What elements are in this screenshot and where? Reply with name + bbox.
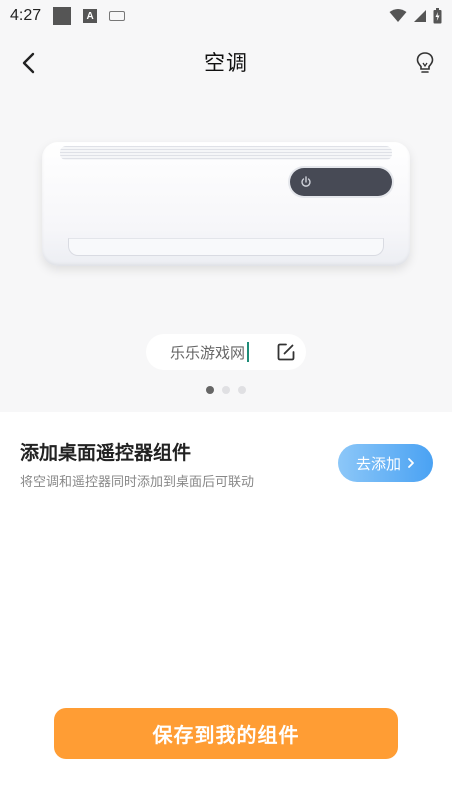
wifi-icon: [389, 9, 407, 22]
signal-icon: [414, 10, 426, 22]
device-name-text: 乐乐游戏网: [170, 343, 246, 362]
add-widget-label: 去添加: [355, 454, 401, 473]
page-dot-2[interactable]: [222, 386, 230, 394]
power-icon: [301, 176, 311, 187]
status-bar: 4:27 A: [0, 0, 452, 32]
air-conditioner-image: [42, 142, 410, 266]
chevron-right-icon: [408, 458, 414, 468]
save-to-widgets-button[interactable]: 保存到我的组件: [54, 708, 398, 759]
device-name-field[interactable]: 乐乐游戏网: [146, 334, 306, 370]
page-dot-3[interactable]: [238, 386, 246, 394]
widget-title: 添加桌面遥控器组件: [20, 442, 192, 464]
app-screen: 4:27 A 空调 乐乐游戏网 添加桌面遥控器组件 将空调和遥控器同时添加到桌面…: [0, 0, 452, 803]
help-button[interactable]: [410, 48, 440, 78]
gallery-icon: [53, 7, 72, 25]
status-time: 4:27: [10, 7, 42, 24]
chevron-left-icon: [22, 52, 35, 74]
text-caret: [247, 342, 250, 362]
page-indicator: [0, 386, 452, 394]
ac-vents: [60, 146, 392, 160]
page-dot-1[interactable]: [206, 386, 214, 394]
keyboard-icon: [109, 11, 126, 21]
ac-louver: [68, 238, 384, 256]
back-button[interactable]: [14, 48, 44, 78]
widget-subtitle: 将空调和遥控器同时添加到桌面后可联动: [20, 475, 255, 490]
status-notification-icons: A: [53, 7, 126, 25]
ac-power-display[interactable]: [290, 168, 392, 196]
device-hero: 空调 乐乐游戏网: [0, 32, 452, 412]
status-system-icons: [389, 8, 442, 24]
lightbulb-icon: [416, 52, 434, 73]
page-title: 空调: [204, 51, 248, 75]
edit-name-button[interactable]: [276, 342, 296, 362]
battery-icon: [433, 8, 442, 24]
add-widget-button[interactable]: 去添加: [338, 444, 433, 482]
edit-icon: [277, 343, 295, 361]
nav-bar: 空调: [0, 40, 452, 84]
a-icon: A: [83, 9, 98, 23]
